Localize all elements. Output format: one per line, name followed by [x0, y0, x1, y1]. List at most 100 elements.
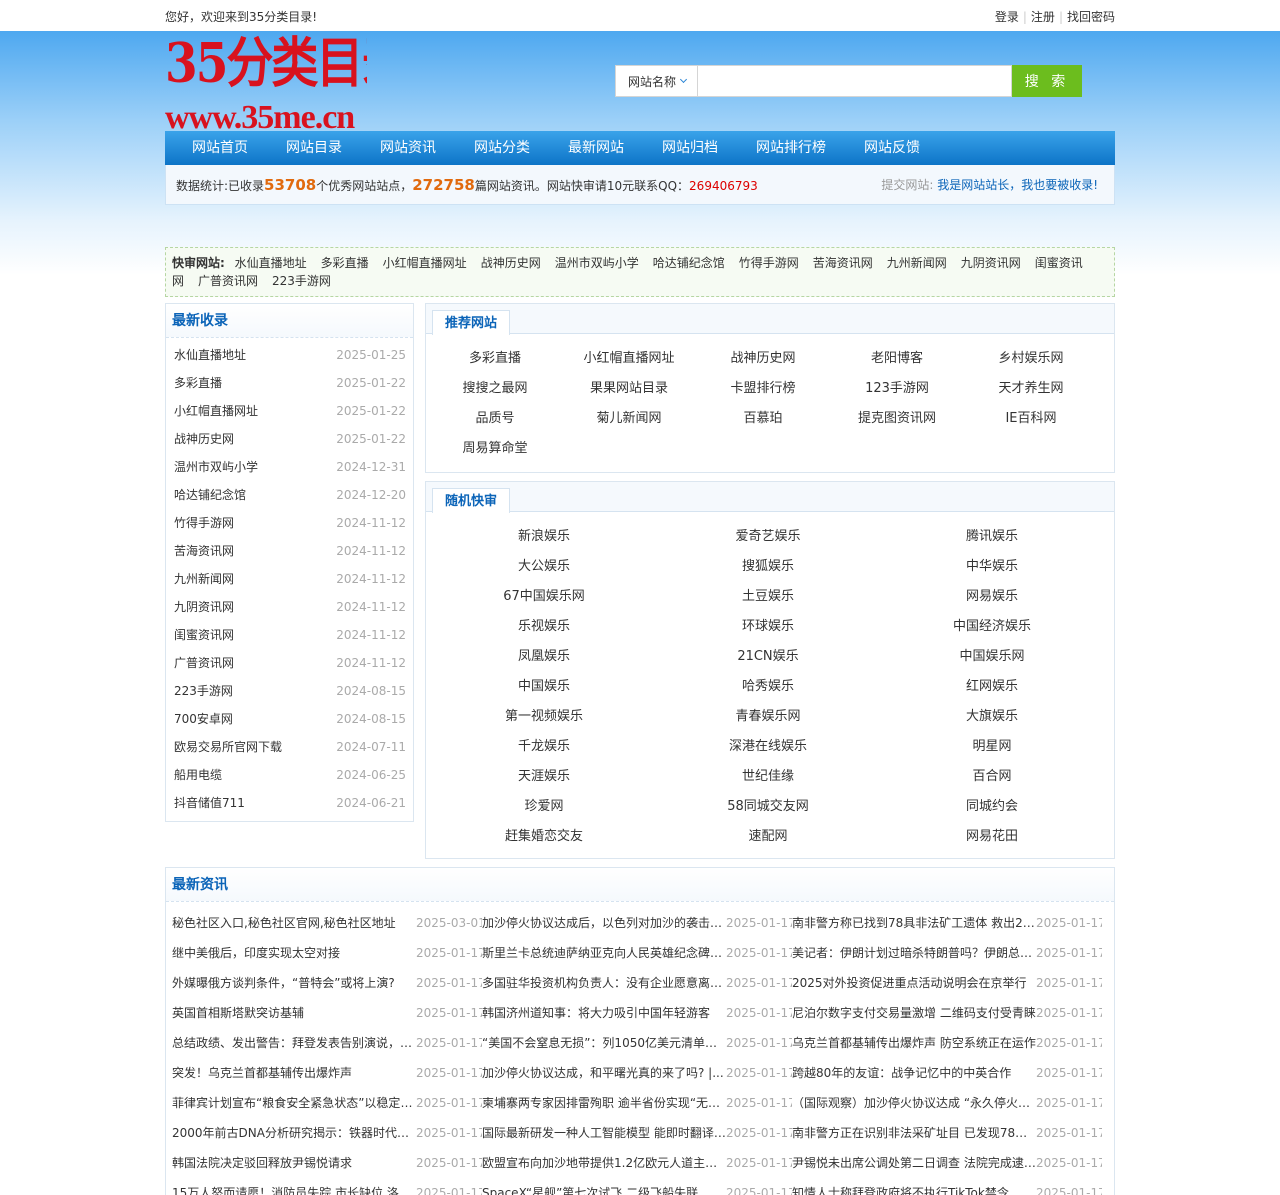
latest-site-link[interactable]: 温州市双屿小学 — [174, 453, 258, 481]
news-link[interactable]: 斯里兰卡总统迪萨纳亚克向人民英雄纪念碑敬献花圈 — [482, 938, 726, 968]
latest-site-link[interactable]: 欧易交易所官网下载 — [174, 733, 282, 761]
news-link[interactable]: 南非警方称已找到78具非法矿工遗体 救出246人 — [792, 908, 1036, 938]
latest-site-link[interactable]: 战神历史网 — [174, 425, 234, 453]
recommend-site-link[interactable]: 老阳博客 — [830, 344, 964, 374]
random-site-link[interactable]: 同城约会 — [880, 792, 1104, 822]
random-site-link[interactable]: 中国娱乐网 — [880, 642, 1104, 672]
forgot-password-link[interactable]: 找回密码 — [1067, 10, 1115, 24]
random-site-link[interactable]: 青春娱乐网 — [656, 702, 880, 732]
nav-item[interactable]: 网站归档 — [643, 131, 737, 165]
news-link[interactable]: 外媒曝俄方谈判条件，“普特会”或将上演? — [172, 968, 416, 998]
latest-site-link[interactable]: 小红帽直播网址 — [174, 397, 258, 425]
site-logo[interactable]: 35分类目录 www.35me.cn — [165, 31, 367, 131]
random-site-link[interactable]: 哈秀娱乐 — [656, 672, 880, 702]
news-link[interactable]: （国际观察）加沙停火协议达成 “永久停火”仍有变数 — [792, 1088, 1036, 1118]
recommend-site-link[interactable]: 小红帽直播网址 — [562, 344, 696, 374]
random-site-link[interactable]: 21CN娱乐 — [656, 642, 880, 672]
random-site-link[interactable]: 千龙娱乐 — [432, 732, 656, 762]
latest-site-link[interactable]: 223手游网 — [174, 677, 233, 705]
random-site-link[interactable]: 大旗娱乐 — [880, 702, 1104, 732]
random-site-link[interactable]: 天涯娱乐 — [432, 762, 656, 792]
latest-site-link[interactable]: 九州新闻网 — [174, 565, 234, 593]
random-site-link[interactable]: 红网娱乐 — [880, 672, 1104, 702]
random-site-link[interactable]: 深港在线娱乐 — [656, 732, 880, 762]
news-link[interactable]: 突发！乌克兰首都基辅传出爆炸声 — [172, 1058, 416, 1088]
news-link[interactable]: 秘色社区入口,秘色社区官网,秘色社区地址 — [172, 908, 416, 938]
tab-recommend[interactable]: 推荐网站 — [432, 310, 511, 335]
recommend-site-link[interactable]: 果果网站目录 — [562, 374, 696, 404]
recommend-site-link[interactable]: 提克图资讯网 — [830, 404, 964, 434]
search-type-select[interactable]: 网站名称 — [615, 65, 697, 97]
news-link[interactable]: 跨越80年的友谊：战争记忆中的中英合作 — [792, 1058, 1036, 1088]
recommend-site-link[interactable]: 菊儿新闻网 — [562, 404, 696, 434]
latest-site-link[interactable]: 水仙直播地址 — [174, 341, 246, 369]
tab-random[interactable]: 随机快审 — [432, 488, 511, 513]
random-site-link[interactable]: 新浪娱乐 — [432, 522, 656, 552]
quick-site-link[interactable]: 广普资讯网 — [198, 274, 258, 288]
news-link[interactable]: 尼泊尔数字支付交易量激增 二维码支付受青睐 — [792, 998, 1036, 1028]
news-link[interactable]: “美国不会窒息无损”：列1050亿美元清单外援 — [482, 1028, 726, 1058]
news-link[interactable]: 乌克兰首都基辅传出爆炸声 防空系统正在运作 — [792, 1028, 1036, 1058]
latest-site-link[interactable]: 哈达铺纪念馆 — [174, 481, 246, 509]
register-link[interactable]: 注册 — [1031, 10, 1055, 24]
random-site-link[interactable]: 世纪佳缘 — [656, 762, 880, 792]
news-link[interactable]: 2000年前古DNA分析研究揭示：铁器时代社会结构 — [172, 1118, 416, 1148]
news-link[interactable]: 欧盟宣布向加沙地带提供1.2亿欧元人道主义援助 — [482, 1148, 726, 1178]
random-site-link[interactable]: 百合网 — [880, 762, 1104, 792]
news-link[interactable]: 韩国济州道知事：将大力吸引中国年轻游客 — [482, 998, 726, 1028]
recommend-site-link[interactable]: 搜搜之最网 — [428, 374, 562, 404]
search-input[interactable] — [697, 65, 1012, 97]
news-link[interactable]: 加沙停火协议达成后，以色列对加沙的袭击仍在继续 — [482, 908, 726, 938]
recommend-site-link[interactable]: 乡村娱乐网 — [964, 344, 1098, 374]
random-site-link[interactable]: 搜狐娱乐 — [656, 552, 880, 582]
latest-site-link[interactable]: 船用电缆 — [174, 761, 222, 789]
latest-site-link[interactable]: 九阴资讯网 — [174, 593, 234, 621]
recommend-site-link[interactable]: 百慕珀 — [696, 404, 830, 434]
news-link[interactable]: 2025对外投资促进重点活动说明会在京举行 — [792, 968, 1036, 998]
submit-site-link[interactable]: 我是网站站长，我也要被收录! — [937, 178, 1098, 192]
nav-item[interactable]: 最新网站 — [549, 131, 643, 165]
news-link[interactable]: 知情人士称拜登政府将不执行TikTok禁令 交由特朗普 — [792, 1178, 1036, 1195]
random-site-link[interactable]: 网易娱乐 — [880, 582, 1104, 612]
recommend-site-link[interactable]: 战神历史网 — [696, 344, 830, 374]
random-site-link[interactable]: 中华娱乐 — [880, 552, 1104, 582]
random-site-link[interactable]: 速配网 — [656, 822, 880, 852]
recommend-site-link[interactable]: IE百科网 — [964, 404, 1098, 434]
news-link[interactable]: 15万人怒而请愿！消防员失踪 市长缺位 洛杉矶大火 — [172, 1178, 416, 1195]
nav-item[interactable]: 网站目录 — [267, 131, 361, 165]
latest-site-link[interactable]: 苦海资讯网 — [174, 537, 234, 565]
latest-site-link[interactable]: 抖音储值711 — [174, 789, 245, 817]
random-site-link[interactable]: 环球娱乐 — [656, 612, 880, 642]
news-link[interactable]: 继中美俄后，印度实现太空对接 — [172, 938, 416, 968]
recommend-site-link[interactable]: 天才养生网 — [964, 374, 1098, 404]
random-site-link[interactable]: 土豆娱乐 — [656, 582, 880, 612]
latest-site-link[interactable]: 竹得手游网 — [174, 509, 234, 537]
news-link[interactable]: 加沙停火协议达成，和平曙光真的来了吗? |... — [482, 1058, 726, 1088]
quick-site-link[interactable]: 223手游网 — [272, 274, 331, 288]
login-link[interactable]: 登录 — [995, 10, 1019, 24]
random-site-link[interactable]: 赶集婚恋交友 — [432, 822, 656, 852]
random-site-link[interactable]: 中国娱乐 — [432, 672, 656, 702]
random-site-link[interactable]: 腾讯娱乐 — [880, 522, 1104, 552]
latest-site-link[interactable]: 多彩直播 — [174, 369, 222, 397]
random-site-link[interactable]: 明星网 — [880, 732, 1104, 762]
news-link[interactable]: 韩国法院决定驳回释放尹锡悦请求 — [172, 1148, 416, 1178]
recommend-site-link[interactable]: 卡盟排行榜 — [696, 374, 830, 404]
random-site-link[interactable]: 大公娱乐 — [432, 552, 656, 582]
nav-item[interactable]: 网站排行榜 — [737, 131, 845, 165]
search-button[interactable]: 搜 索 — [1012, 65, 1082, 97]
latest-site-link[interactable]: 700安卓网 — [174, 705, 233, 733]
news-link[interactable]: 总结政绩、发出警告：拜登发表告别演说，警告寡头政治 — [172, 1028, 416, 1058]
news-link[interactable]: 美记者：伊朗计划过暗杀特朗普吗？伊朗总统回应 — [792, 938, 1036, 968]
random-site-link[interactable]: 中国经济娱乐 — [880, 612, 1104, 642]
random-site-link[interactable]: 珍爱网 — [432, 792, 656, 822]
recommend-site-link[interactable]: 123手游网 — [830, 374, 964, 404]
recommend-site-link[interactable]: 品质号 — [428, 404, 562, 434]
random-site-link[interactable]: 第一视频娱乐 — [432, 702, 656, 732]
random-site-link[interactable]: 凤凰娱乐 — [432, 642, 656, 672]
news-link[interactable]: 南非警方正在识别非法采矿址目 已发现78具遗体 — [792, 1118, 1036, 1148]
nav-item[interactable]: 网站首页 — [173, 131, 267, 165]
random-site-link[interactable]: 58同城交友网 — [656, 792, 880, 822]
news-link[interactable]: 菲律宾计划宣布“粮食安全紧急状态”以稳定米价 — [172, 1088, 416, 1118]
news-link[interactable]: 国际最新研发一种人工智能模型 能即时翻译语音 — [482, 1118, 726, 1148]
